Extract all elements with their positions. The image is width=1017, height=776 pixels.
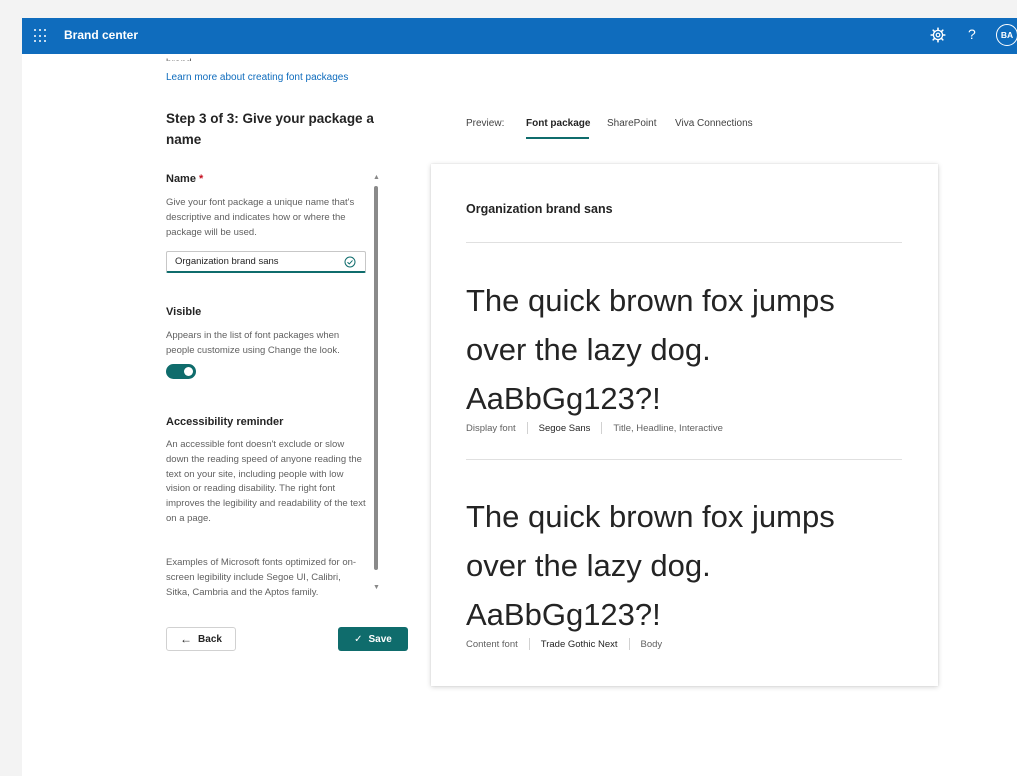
scroll-thumb[interactable] [374,186,378,570]
scroll-down-arrow-icon[interactable]: ▼ [373,584,380,591]
display-font-name: Segoe Sans [538,422,591,434]
visible-label: Visible [166,306,202,318]
display-font-role: Display font [466,422,516,434]
preview-label: Preview: [466,118,505,129]
app-title: Brand center [64,28,139,42]
learn-more-link[interactable]: Learn more about creating font packages [166,72,348,83]
content-font-sample: The quick brown fox jumps over the lazy … [466,499,835,632]
accessibility-description: An accessible font doesn't exclude or sl… [166,439,366,524]
tab-viva-connections[interactable]: Viva Connections [675,118,753,129]
avatar[interactable]: BA [996,24,1017,46]
step-title: Step 3 of 3: Give your package a name [166,111,374,147]
app-window: Brand center ? BA brand. Learn more abou… [22,18,1017,776]
content-font-role: Content font [466,638,518,650]
gear-icon[interactable] [930,27,946,43]
display-font-sample: The quick brown fox jumps over the lazy … [466,283,835,416]
content-font-name: Trade Gothic Next [540,638,618,650]
accessibility-label: Accessibility reminder [166,416,284,428]
font-preview-card: Organization brand sans The quick brown … [431,164,938,686]
active-tab-indicator [526,137,589,139]
scrollbar[interactable]: ▲ ▼ [372,174,380,594]
scroll-up-arrow-icon[interactable]: ▲ [373,174,380,181]
display-font-meta: Display font Segoe Sans Title, Headline, I… [466,422,723,434]
help-icon[interactable]: ? [968,26,976,42]
checkmark-circle-icon [344,255,356,268]
toggle-knob [184,367,193,376]
clipped-description: brand. [166,58,376,61]
content-font-meta: Content font Trade Gothic Next Body [466,638,662,650]
visible-description: Appears in the list of font packages whe… [166,330,340,356]
top-bar: Brand center ? BA [22,18,1017,54]
divider [466,459,902,460]
save-label: Save [368,633,392,645]
display-font-usage: Title, Headline, Interactive [613,422,723,434]
content-font-usage: Body [640,638,663,650]
back-label: Back [198,633,222,645]
checkmark-icon: ✓ [354,633,363,645]
divider [466,242,902,243]
package-name-input[interactable]: Organization brand sans [166,251,366,273]
required-marker: * [199,173,204,185]
tab-font-package[interactable]: Font package [526,118,590,129]
arrow-left-icon: ← [180,632,193,646]
app-launcher-icon[interactable] [34,29,48,43]
package-name-preview: Organization brand sans [466,202,613,216]
name-label: Name * [166,173,204,185]
save-button[interactable]: ✓ Save [338,627,408,651]
form-scroll-area[interactable]: Name * Give your font package a unique n… [166,168,376,598]
font-examples-text: Examples of Microsoft fonts optimized fo… [166,557,357,598]
tab-sharepoint[interactable]: SharePoint [607,118,656,129]
visible-toggle[interactable] [166,364,196,379]
name-description: Give your font package a unique name tha… [166,197,355,238]
back-button[interactable]: ← Back [166,627,236,651]
